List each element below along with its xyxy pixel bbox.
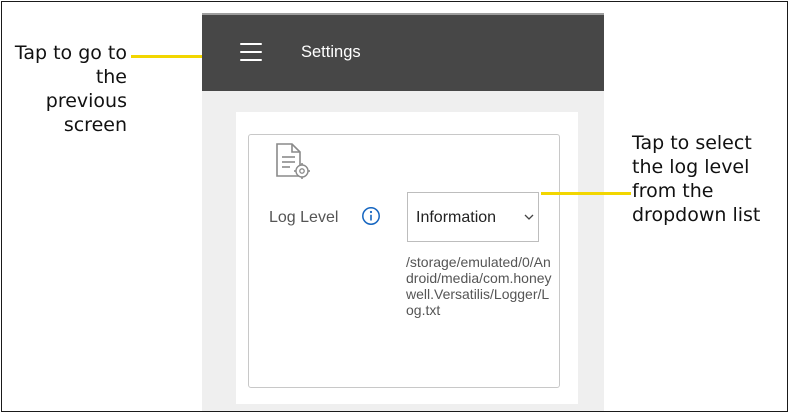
info-icon[interactable] bbox=[361, 206, 381, 226]
log-file-path: /storage/emulated/0/Android/media/com.ho… bbox=[406, 254, 552, 318]
log-level-selected-value: Information bbox=[416, 209, 497, 226]
settings-card: Log Level Information /storage/emulated/… bbox=[236, 112, 578, 404]
callout-previous-screen: Tap to go to the previous screen bbox=[14, 42, 127, 136]
log-level-dropdown[interactable]: Information bbox=[407, 192, 539, 242]
callout-leader-right bbox=[541, 192, 631, 195]
log-level-label: Log Level bbox=[269, 209, 339, 226]
chevron-down-icon bbox=[524, 214, 534, 220]
page-title: Settings bbox=[301, 43, 361, 61]
hamburger-menu-icon[interactable] bbox=[240, 43, 262, 61]
app-bar: Settings bbox=[202, 15, 604, 91]
log-settings-group: Log Level Information /storage/emulated/… bbox=[248, 134, 560, 388]
app-screen: Settings Log Level Information /storage/… bbox=[202, 13, 604, 411]
callout-select-log-level: Tap to select the log level from the dro… bbox=[632, 132, 761, 226]
document-gear-icon bbox=[273, 140, 313, 180]
